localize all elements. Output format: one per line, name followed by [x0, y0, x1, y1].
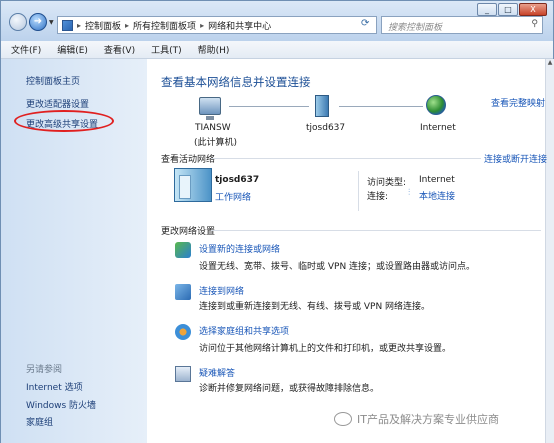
task-troubleshoot-desc: 诊断并修复网络问题，或获得故障排除信息。 — [199, 384, 380, 394]
map-internet-label: Internet — [420, 123, 456, 133]
task-homegroup-sharing[interactable]: 选择家庭组和共享选项 — [199, 324, 289, 337]
change-settings-header: 更改网络设置 — [161, 227, 216, 237]
troubleshoot-icon — [175, 366, 191, 382]
menu-view[interactable]: 查看(V) — [104, 43, 135, 56]
close-button[interactable]: X — [519, 3, 547, 16]
work-network-icon — [174, 168, 212, 202]
menu-bar: 文件(F) 编辑(E) 查看(V) 工具(T) 帮助(H) — [1, 41, 553, 59]
section-divider — [211, 158, 481, 159]
map-connector — [339, 106, 423, 107]
breadcrumb-network-center[interactable]: 网络和共享中心 — [208, 19, 271, 32]
task-homegroup-sharing-desc: 访问位于其他网络计算机上的文件和打印机，或更改共享设置。 — [199, 344, 452, 354]
chevron-icon: ▸ — [200, 20, 205, 30]
computer-icon — [199, 97, 221, 120]
connection-label: 连接: — [367, 192, 389, 202]
search-icon[interactable]: ⚲ — [531, 19, 538, 29]
section-divider — [211, 230, 541, 231]
title-bar: ➜ ▼ ▸ 控制面板 ▸ 所有控制面板项 ▸ 网络和共享中心 ⟳ 搜索控制面板 … — [1, 1, 553, 41]
wechat-icon — [334, 412, 352, 426]
map-network-name: tjosd637 — [306, 123, 346, 133]
watermark: IT产品及解决方案专业供应商 — [334, 411, 499, 427]
task-setup-connection-desc: 设置无线、宽带、拨号、临时或 VPN 连接；或设置路由器或访问点。 — [199, 262, 476, 272]
link-local-connection[interactable]: 本地连接 — [419, 189, 455, 202]
highlight-oval — [14, 110, 114, 132]
new-connection-icon — [175, 242, 191, 258]
search-input[interactable]: 搜索控制面板 ⚲ — [381, 16, 543, 34]
address-bar[interactable]: ▸ 控制面板 ▸ 所有控制面板项 ▸ 网络和共享中心 — [57, 16, 377, 34]
link-full-map[interactable]: 查看完整映射 — [491, 96, 545, 109]
control-panel-icon — [62, 19, 73, 31]
homegroup-icon — [175, 324, 191, 340]
task-setup-connection[interactable]: 设置新的连接或网络 — [199, 242, 280, 255]
link-control-panel-home[interactable]: 控制面板主页 — [26, 74, 80, 87]
task-connect-network-desc: 连接到或重新连接到无线、有线、拨号或 VPN 网络连接。 — [199, 302, 431, 312]
link-windows-firewall[interactable]: Windows 防火墙 — [26, 398, 96, 411]
chevron-icon: ▸ — [77, 20, 82, 30]
task-troubleshoot[interactable]: 疑难解答 — [199, 366, 235, 379]
access-type-value: Internet — [419, 175, 455, 185]
window: ➜ ▼ ▸ 控制面板 ▸ 所有控制面板项 ▸ 网络和共享中心 ⟳ 搜索控制面板 … — [0, 0, 554, 443]
page-title: 查看基本网络信息并设置连接 — [161, 75, 311, 89]
breadcrumb-control-panel[interactable]: 控制面板 — [85, 19, 121, 32]
network-icon — [315, 95, 329, 117]
link-change-adapter[interactable]: 更改适配器设置 — [26, 97, 89, 110]
scrollbar[interactable]: ▲ — [545, 59, 554, 443]
internet-globe-icon — [426, 95, 446, 115]
task-connect-network[interactable]: 连接到网络 — [199, 284, 244, 297]
menu-help[interactable]: 帮助(H) — [198, 43, 230, 56]
refresh-icon[interactable]: ⟳ — [361, 18, 369, 29]
connection-signal-icon: ⫶ — [408, 188, 411, 198]
active-networks-header: 查看活动网络 — [161, 155, 216, 165]
vertical-divider — [358, 171, 359, 211]
window-controls: _ □ X — [477, 3, 547, 16]
breadcrumb-all-items[interactable]: 所有控制面板项 — [133, 19, 196, 32]
scroll-up-icon[interactable]: ▲ — [546, 59, 554, 68]
active-network-name: tjosd637 — [215, 175, 260, 185]
chevron-icon: ▸ — [125, 20, 130, 30]
maximize-button[interactable]: □ — [498, 3, 518, 16]
connect-network-icon — [175, 284, 191, 300]
map-computer-sub: (此计算机) — [194, 138, 238, 148]
link-homegroup[interactable]: 家庭组 — [26, 415, 53, 428]
link-internet-options[interactable]: Internet 选项 — [26, 380, 83, 393]
map-connector — [229, 106, 309, 107]
map-computer-name: TIANSW — [195, 123, 231, 133]
forward-button[interactable]: ➜ — [29, 13, 47, 31]
recent-pages-icon[interactable]: ▼ — [49, 19, 54, 26]
menu-file[interactable]: 文件(F) — [11, 43, 41, 56]
menu-edit[interactable]: 编辑(E) — [57, 43, 88, 56]
see-also-header: 另请参阅 — [26, 365, 63, 375]
minimize-button[interactable]: _ — [477, 3, 497, 16]
menu-tools[interactable]: 工具(T) — [151, 43, 182, 56]
back-button[interactable] — [9, 13, 27, 31]
access-type-label: 访问类型: — [367, 178, 407, 188]
link-connect-disconnect[interactable]: 连接或断开连接 — [484, 152, 547, 165]
network-type-link[interactable]: 工作网络 — [215, 190, 251, 203]
